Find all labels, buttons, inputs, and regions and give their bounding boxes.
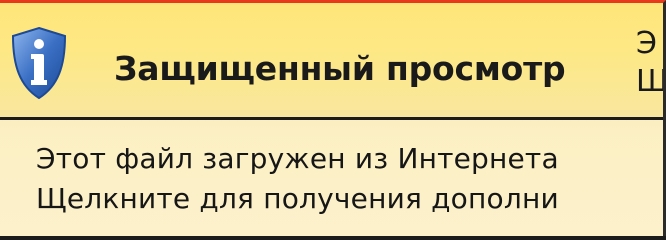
protected-view-banner: Защищенный просмотр Э Щ — [0, 3, 663, 120]
banner-title: Защищенный просмотр — [114, 49, 566, 88]
info-shield-icon — [11, 26, 67, 100]
banner-right-line1: Э — [636, 26, 657, 61]
message-bar[interactable]: Этот файл загружен из Интернета Щелкните… — [0, 120, 663, 240]
message-line-1: Этот файл загружен из Интернета — [36, 142, 559, 175]
banner-message-truncated: Э Щ — [636, 25, 663, 101]
message-line-2-link[interactable]: Щелкните для получения дополни — [36, 182, 559, 215]
banner-right-line2: Щ — [636, 63, 663, 101]
bottom-border — [0, 236, 666, 240]
